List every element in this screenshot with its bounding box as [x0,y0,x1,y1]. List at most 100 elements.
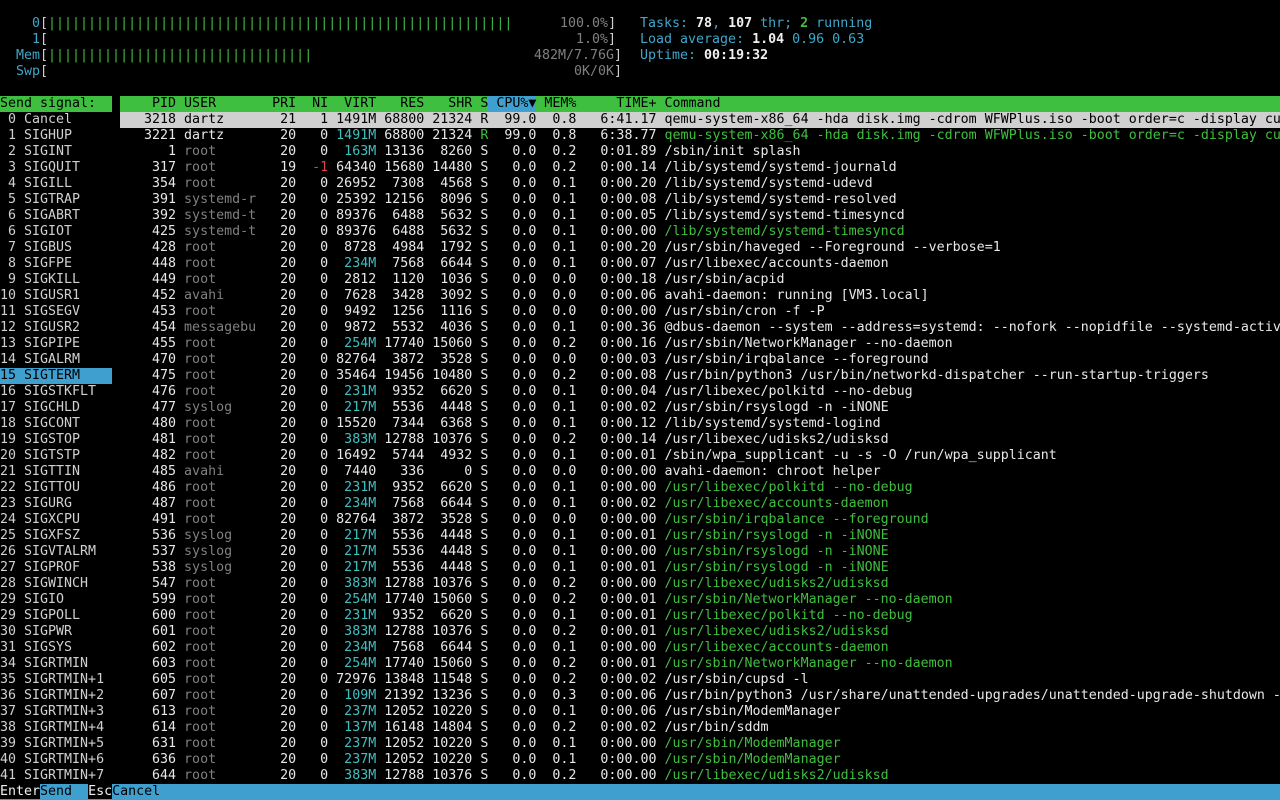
process-row[interactable]: 3221 dartz 20 0 1491M 68800 21324 R 99.0… [120,128,1280,144]
column-header-virt[interactable]: VIRT [328,96,376,111]
column-header-time[interactable]: TIME+ [576,96,656,111]
signal-item[interactable]: 36 SIGRTMIN+2 [0,688,112,704]
process-row[interactable]: 317 root 19 -1 64340 15680 14480 S 0.0 0… [120,160,1280,176]
signal-item[interactable]: 5 SIGTRAP [0,192,112,208]
signal-item[interactable]: 27 SIGPROF [0,560,112,576]
process-row[interactable]: 607 root 20 0 109M 21392 13236 S 0.0 0.3… [120,688,1280,704]
signal-item[interactable]: 6 SIGIOT [0,224,112,240]
column-header-command[interactable]: Command [656,96,720,111]
enter-key[interactable]: Enter [0,784,41,799]
signal-item[interactable]: 4 SIGILL [0,176,112,192]
process-row[interactable]: 537 syslog 20 0 217M 5536 4448 S 0.0 0.1… [120,544,1280,560]
process-row[interactable]: 3218 dartz 21 1 1491M 68800 21324 R 99.0… [120,112,1280,128]
signal-item[interactable]: 3 SIGQUIT [0,160,112,176]
process-row[interactable]: 601 root 20 0 383M 12788 10376 S 0.0 0.2… [120,624,1280,640]
signal-item[interactable]: 6 SIGABRT [0,208,112,224]
signal-item[interactable]: 13 SIGPIPE [0,336,112,352]
process-row[interactable]: 428 root 20 0 8728 4984 1792 S 0.0 0.1 0… [120,240,1280,256]
signal-item[interactable]: 16 SIGSTKFLT [0,384,112,400]
signal-item[interactable]: 9 SIGKILL [0,272,112,288]
process-row[interactable]: 425 systemd-t 20 0 89376 6488 5632 S 0.0… [120,224,1280,240]
process-row[interactable]: 644 root 20 0 383M 12788 10376 S 0.0 0.2… [120,768,1280,784]
column-header-pri[interactable]: PRI [256,96,296,111]
signal-item[interactable]: 31 SIGSYS [0,640,112,656]
process-row[interactable]: 631 root 20 0 237M 12052 10220 S 0.0 0.1… [120,736,1280,752]
column-header-pid[interactable]: PID [120,96,176,111]
process-row[interactable]: 600 root 20 0 231M 9352 6620 S 0.0 0.1 0… [120,608,1280,624]
signal-item[interactable]: 23 SIGURG [0,496,112,512]
signal-item[interactable]: 25 SIGXFSZ [0,528,112,544]
process-row[interactable]: 602 root 20 0 234M 7568 6644 S 0.0 0.1 0… [120,640,1280,656]
signal-item[interactable]: 17 SIGCHLD [0,400,112,416]
process-row[interactable]: 477 syslog 20 0 217M 5536 4448 S 0.0 0.1… [120,400,1280,416]
process-row[interactable]: 454 messagebu 20 0 9872 5532 4036 S 0.0 … [120,320,1280,336]
signal-item[interactable]: 8 SIGFPE [0,256,112,272]
signal-item[interactable]: 29 SIGPOLL [0,608,112,624]
process-row[interactable]: 481 root 20 0 383M 12788 10376 S 0.0 0.2… [120,432,1280,448]
signal-item[interactable]: 20 SIGTSTP [0,448,112,464]
send-action[interactable]: Send [40,784,88,799]
process-row[interactable]: 605 root 20 0 72976 13848 11548 S 0.0 0.… [120,672,1280,688]
signal-item[interactable]: 37 SIGRTMIN+3 [0,704,112,720]
process-row[interactable]: 1 root 20 0 163M 13136 8260 S 0.0 0.2 0:… [120,144,1280,160]
column-header-cpu[interactable]: CPU%▼ [488,96,537,111]
column-header-res[interactable]: RES [376,96,424,111]
signal-item[interactable]: 29 SIGIO [0,592,112,608]
signal-item[interactable]: 7 SIGBUS [0,240,112,256]
process-row[interactable]: 603 root 20 0 254M 17740 15060 S 0.0 0.2… [120,656,1280,672]
signal-item[interactable]: 26 SIGVTALRM [0,544,112,560]
signal-item[interactable]: 18 SIGCONT [0,416,112,432]
process-row[interactable]: 449 root 20 0 2812 1120 1036 S 0.0 0.0 0… [120,272,1280,288]
signal-item[interactable]: 41 SIGRTMIN+7 [0,768,112,784]
signal-item[interactable]: 35 SIGRTMIN+1 [0,672,112,688]
process-row[interactable]: 487 root 20 0 234M 7568 6644 S 0.0 0.1 0… [120,496,1280,512]
process-row[interactable]: 453 root 20 0 9492 1256 1116 S 0.0 0.0 0… [120,304,1280,320]
signal-item[interactable]: 10 SIGUSR1 [0,288,112,304]
process-row[interactable]: 475 root 20 0 35464 19456 10480 S 0.0 0.… [120,368,1280,384]
process-row[interactable]: 448 root 20 0 234M 7568 6644 S 0.0 0.1 0… [120,256,1280,272]
esc-key[interactable]: Esc [88,784,113,799]
signal-item[interactable]: 19 SIGSTOP [0,432,112,448]
signal-item[interactable]: 14 SIGALRM [0,352,112,368]
process-row[interactable]: 614 root 20 0 137M 16148 14804 S 0.0 0.2… [120,720,1280,736]
process-row[interactable]: 482 root 20 0 16492 5744 4932 S 0.0 0.1 … [120,448,1280,464]
signal-item[interactable]: 21 SIGTTIN [0,464,112,480]
signal-item[interactable]: 15 SIGTERM [0,368,112,384]
signal-item[interactable]: 0 Cancel [0,112,112,128]
process-row[interactable]: 613 root 20 0 237M 12052 10220 S 0.0 0.1… [120,704,1280,720]
process-row[interactable]: 452 avahi 20 0 7628 3428 3092 S 0.0 0.0 … [120,288,1280,304]
process-row[interactable]: 538 syslog 20 0 217M 5536 4448 S 0.0 0.1… [120,560,1280,576]
process-row[interactable]: 470 root 20 0 82764 3872 3528 S 0.0 0.0 … [120,352,1280,368]
column-header-ni[interactable]: NI [296,96,328,111]
process-row[interactable]: 485 avahi 20 0 7440 336 0 S 0.0 0.0 0:00… [120,464,1280,480]
process-row[interactable]: 491 root 20 0 82764 3872 3528 S 0.0 0.0 … [120,512,1280,528]
signal-item[interactable]: 2 SIGINT [0,144,112,160]
column-header-s[interactable]: S [472,96,488,111]
signal-item[interactable]: 28 SIGWINCH [0,576,112,592]
column-header-shr[interactable]: SHR [424,96,472,111]
cancel-action[interactable]: Cancel [112,784,160,799]
signal-item[interactable]: 11 SIGSEGV [0,304,112,320]
column-header-mem[interactable]: MEM% [536,96,576,111]
process-row[interactable]: 476 root 20 0 231M 9352 6620 S 0.0 0.1 0… [120,384,1280,400]
signal-item[interactable]: 12 SIGUSR2 [0,320,112,336]
signal-item[interactable]: 40 SIGRTMIN+6 [0,752,112,768]
signal-item[interactable]: 22 SIGTTOU [0,480,112,496]
process-row[interactable]: 392 systemd-t 20 0 89376 6488 5632 S 0.0… [120,208,1280,224]
process-row[interactable]: 636 root 20 0 237M 12052 10220 S 0.0 0.1… [120,752,1280,768]
process-row[interactable]: 354 root 20 0 26952 7308 4568 S 0.0 0.1 … [120,176,1280,192]
signal-item[interactable]: 1 SIGHUP [0,128,112,144]
process-row[interactable]: 480 root 20 0 15520 7344 6368 S 0.0 0.1 … [120,416,1280,432]
signal-item[interactable]: 30 SIGPWR [0,624,112,640]
signal-item[interactable]: 39 SIGRTMIN+5 [0,736,112,752]
process-row[interactable]: 486 root 20 0 231M 9352 6620 S 0.0 0.1 0… [120,480,1280,496]
process-row[interactable]: 599 root 20 0 254M 17740 15060 S 0.0 0.2… [120,592,1280,608]
signal-item[interactable]: 34 SIGRTMIN [0,656,112,672]
process-row[interactable]: 455 root 20 0 254M 17740 15060 S 0.0 0.2… [120,336,1280,352]
signal-item[interactable]: 24 SIGXCPU [0,512,112,528]
signal-item[interactable]: 38 SIGRTMIN+4 [0,720,112,736]
process-row[interactable]: 547 root 20 0 383M 12788 10376 S 0.0 0.2… [120,576,1280,592]
process-row[interactable]: 391 systemd-r 20 0 25392 12156 8096 S 0.… [120,192,1280,208]
column-header-user[interactable]: USER [176,96,256,111]
process-row[interactable]: 536 syslog 20 0 217M 5536 4448 S 0.0 0.1… [120,528,1280,544]
